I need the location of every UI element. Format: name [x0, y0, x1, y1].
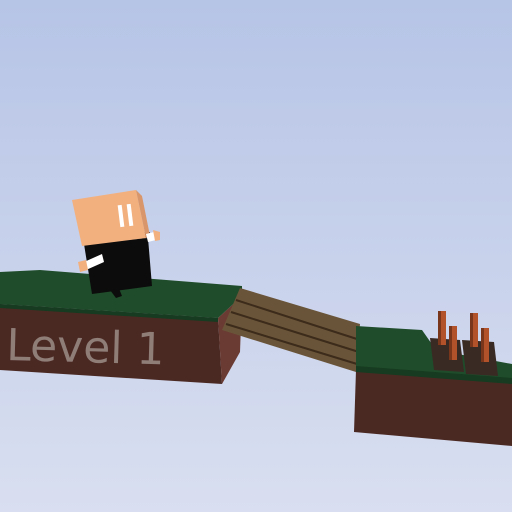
player-head	[72, 190, 146, 246]
spike-post-shade	[481, 328, 484, 362]
scene-canvas: Level 1	[0, 0, 512, 512]
spike-post-shade	[470, 313, 473, 347]
spike-trap-base	[430, 338, 464, 372]
spike-post-shade	[449, 326, 452, 360]
game-viewport: Level 1	[0, 0, 512, 512]
level-label: Level 1	[6, 320, 165, 375]
spike-post-shade	[438, 311, 441, 345]
spike-trap-base	[462, 340, 498, 376]
